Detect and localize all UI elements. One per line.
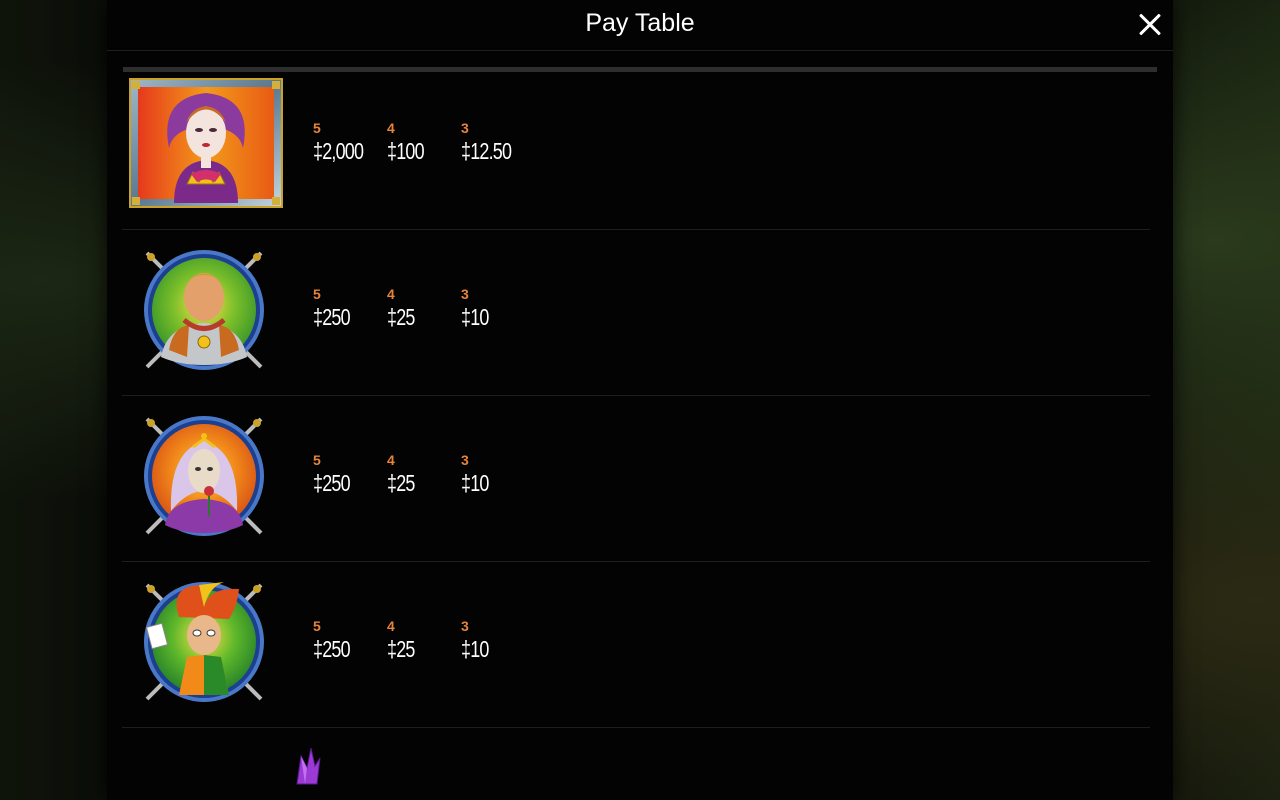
payout-amount: ‡10 bbox=[461, 636, 489, 662]
payout: 4 ‡25 bbox=[387, 452, 461, 497]
symbol-count: 5 bbox=[313, 452, 321, 468]
paytable-row: 5 ‡2,000 4 ‡100 3 ‡12.50 bbox=[122, 72, 1150, 230]
payout-amount: ‡2,000 bbox=[313, 138, 364, 164]
payout: 5 ‡2,000 bbox=[313, 120, 387, 165]
queen-card-icon bbox=[129, 78, 283, 208]
payout: 4 ‡100 bbox=[387, 120, 461, 165]
symbol-count: 5 bbox=[313, 120, 321, 136]
jester-shield-icon bbox=[144, 582, 264, 702]
symbol-count: 3 bbox=[461, 120, 469, 136]
payout: 4 ‡25 bbox=[387, 286, 461, 331]
payout-amount: ‡250 bbox=[313, 470, 351, 496]
symbol-count: 3 bbox=[461, 618, 469, 634]
close-icon[interactable] bbox=[1135, 10, 1165, 40]
modal-header: Pay Table bbox=[107, 0, 1173, 51]
payout-amount: ‡10 bbox=[461, 470, 489, 496]
payout-group: 5 ‡250 4 ‡25 3 ‡10 bbox=[313, 618, 535, 663]
payout: 5 ‡250 bbox=[313, 452, 387, 497]
symbol-count: 4 bbox=[387, 452, 395, 468]
symbol-count: 4 bbox=[387, 286, 395, 302]
payout-amount: ‡25 bbox=[387, 470, 415, 496]
payout-group: 5 ‡250 4 ‡25 3 ‡10 bbox=[313, 452, 535, 497]
payout: 4 ‡25 bbox=[387, 618, 461, 663]
payout-amount: ‡25 bbox=[387, 636, 415, 662]
symbol-count: 5 bbox=[313, 618, 321, 634]
payout: 5 ‡250 bbox=[313, 618, 387, 663]
payout-group: 5 ‡250 4 ‡25 3 ‡10 bbox=[313, 286, 535, 331]
payout-amount: ‡25 bbox=[387, 304, 415, 330]
knight-shield-icon bbox=[144, 250, 264, 370]
payout-amount: ‡250 bbox=[313, 304, 351, 330]
page-title: Pay Table bbox=[585, 9, 695, 37]
payout: 5 ‡250 bbox=[313, 286, 387, 331]
payout: 3 ‡12.50 bbox=[461, 120, 535, 165]
payout-amount: ‡12.50 bbox=[461, 138, 512, 164]
payout: 3 ‡10 bbox=[461, 286, 535, 331]
payout-group: 5 ‡2,000 4 ‡100 3 ‡12.50 bbox=[313, 120, 535, 165]
payout-amount: ‡10 bbox=[461, 304, 489, 330]
payout: 3 ‡10 bbox=[461, 452, 535, 497]
symbol-count: 4 bbox=[387, 618, 395, 634]
symbol-count: 4 bbox=[387, 120, 395, 136]
paytable-row: 5 ‡250 4 ‡25 3 ‡10 bbox=[122, 396, 1150, 562]
payout: 3 ‡10 bbox=[461, 618, 535, 663]
symbol-count: 5 bbox=[313, 286, 321, 302]
paytable-row: 5 ‡250 4 ‡25 3 ‡10 bbox=[122, 230, 1150, 396]
lady-shield-icon bbox=[144, 416, 264, 536]
payout-amount: ‡100 bbox=[387, 138, 425, 164]
crystal-icon bbox=[296, 747, 321, 785]
paytable-row: 5 ‡250 4 ‡25 3 ‡10 bbox=[122, 562, 1150, 728]
payout-amount: ‡250 bbox=[313, 636, 351, 662]
symbol-count: 3 bbox=[461, 286, 469, 302]
paytable-list: 5 ‡2,000 4 ‡100 3 ‡12.50 5 ‡250 4 ‡25 3 … bbox=[122, 72, 1150, 728]
paytable-modal: Pay Table 5 ‡2,000 4 ‡100 3 ‡12.50 5 ‡25… bbox=[107, 0, 1173, 800]
symbol-count: 3 bbox=[461, 452, 469, 468]
